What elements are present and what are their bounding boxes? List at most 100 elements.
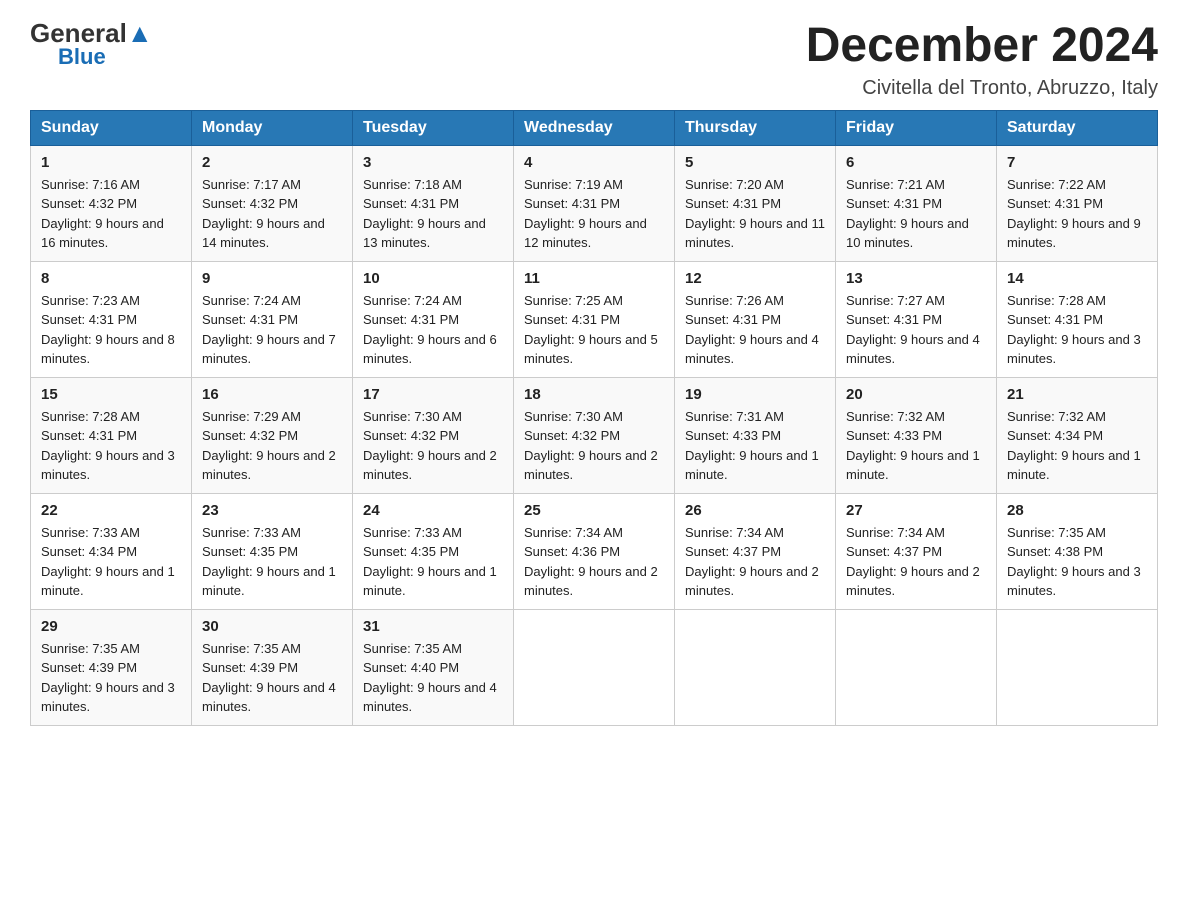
day-info: Sunrise: 7:29 AMSunset: 4:32 PMDaylight:… (202, 407, 342, 485)
day-number: 19 (685, 386, 825, 403)
day-info: Sunrise: 7:33 AMSunset: 4:35 PMDaylight:… (202, 523, 342, 601)
calendar-cell: 3 Sunrise: 7:18 AMSunset: 4:31 PMDaylight… (353, 145, 514, 261)
day-info: Sunrise: 7:32 AMSunset: 4:33 PMDaylight:… (846, 407, 986, 485)
day-number: 21 (1007, 386, 1147, 403)
calendar-table: SundayMondayTuesdayWednesdayThursdayFrid… (30, 110, 1158, 726)
day-info: Sunrise: 7:20 AMSunset: 4:31 PMDaylight:… (685, 175, 825, 253)
calendar-cell: 8 Sunrise: 7:23 AMSunset: 4:31 PMDaylight… (31, 261, 192, 377)
day-info: Sunrise: 7:32 AMSunset: 4:34 PMDaylight:… (1007, 407, 1147, 485)
calendar-cell: 25 Sunrise: 7:34 AMSunset: 4:36 PMDayligh… (514, 493, 675, 609)
calendar-cell: 10 Sunrise: 7:24 AMSunset: 4:31 PMDayligh… (353, 261, 514, 377)
day-info: Sunrise: 7:19 AMSunset: 4:31 PMDaylight:… (524, 175, 664, 253)
logo-triangle-icon: ▲ (127, 18, 153, 48)
calendar-cell: 23 Sunrise: 7:33 AMSunset: 4:35 PMDayligh… (192, 493, 353, 609)
header-friday: Friday (836, 110, 997, 145)
calendar-cell: 16 Sunrise: 7:29 AMSunset: 4:32 PMDayligh… (192, 377, 353, 493)
day-info: Sunrise: 7:26 AMSunset: 4:31 PMDaylight:… (685, 291, 825, 369)
day-info: Sunrise: 7:31 AMSunset: 4:33 PMDaylight:… (685, 407, 825, 485)
title-block: December 2024 Civitella del Tronto, Abru… (806, 20, 1158, 100)
calendar-cell: 29 Sunrise: 7:35 AMSunset: 4:39 PMDayligh… (31, 609, 192, 725)
week-row-2: 8 Sunrise: 7:23 AMSunset: 4:31 PMDaylight… (31, 261, 1158, 377)
calendar-cell: 9 Sunrise: 7:24 AMSunset: 4:31 PMDaylight… (192, 261, 353, 377)
day-number: 12 (685, 270, 825, 287)
day-info: Sunrise: 7:24 AMSunset: 4:31 PMDaylight:… (202, 291, 342, 369)
day-info: Sunrise: 7:16 AMSunset: 4:32 PMDaylight:… (41, 175, 181, 253)
day-number: 29 (41, 618, 181, 635)
calendar-cell: 30Sunrise: 7:35 AMSunset: 4:39 PMDayligh… (192, 609, 353, 725)
day-number: 27 (846, 502, 986, 519)
header-saturday: Saturday (997, 110, 1158, 145)
day-info: Sunrise: 7:23 AMSunset: 4:31 PMDaylight:… (41, 291, 181, 369)
calendar-cell: 22 Sunrise: 7:33 AMSunset: 4:34 PMDayligh… (31, 493, 192, 609)
logo-blue-text: Blue (58, 46, 106, 68)
day-info: Sunrise: 7:34 AMSunset: 4:37 PMDaylight:… (846, 523, 986, 601)
header-sunday: Sunday (31, 110, 192, 145)
day-info: Sunrise: 7:22 AMSunset: 4:31 PMDaylight:… (1007, 175, 1147, 253)
calendar-cell: 27 Sunrise: 7:34 AMSunset: 4:37 PMDayligh… (836, 493, 997, 609)
calendar-cell: 24Sunrise: 7:33 AMSunset: 4:35 PMDayligh… (353, 493, 514, 609)
day-number: 8 (41, 270, 181, 287)
day-number: 11 (524, 270, 664, 287)
calendar-cell: 20 Sunrise: 7:32 AMSunset: 4:33 PMDayligh… (836, 377, 997, 493)
day-number: 14 (1007, 270, 1147, 287)
day-number: 10 (363, 270, 503, 287)
day-number: 15 (41, 386, 181, 403)
day-info: Sunrise: 7:34 AMSunset: 4:37 PMDaylight:… (685, 523, 825, 601)
day-info: Sunrise: 7:28 AMSunset: 4:31 PMDaylight:… (41, 407, 181, 485)
day-number: 13 (846, 270, 986, 287)
day-number: 18 (524, 386, 664, 403)
day-number: 9 (202, 270, 342, 287)
day-info: Sunrise: 7:28 AMSunset: 4:31 PMDaylight:… (1007, 291, 1147, 369)
day-number: 22 (41, 502, 181, 519)
calendar-cell: 28 Sunrise: 7:35 AMSunset: 4:38 PMDayligh… (997, 493, 1158, 609)
header-thursday: Thursday (675, 110, 836, 145)
day-number: 25 (524, 502, 664, 519)
day-info: Sunrise: 7:33 AMSunset: 4:34 PMDaylight:… (41, 523, 181, 601)
day-number: 6 (846, 154, 986, 171)
day-number: 26 (685, 502, 825, 519)
month-year-title: December 2024 (806, 20, 1158, 73)
header-monday: Monday (192, 110, 353, 145)
calendar-cell: 21 Sunrise: 7:32 AMSunset: 4:34 PMDayligh… (997, 377, 1158, 493)
week-row-5: 29 Sunrise: 7:35 AMSunset: 4:39 PMDayligh… (31, 609, 1158, 725)
day-info: Sunrise: 7:21 AMSunset: 4:31 PMDaylight:… (846, 175, 986, 253)
day-number: 17 (363, 386, 503, 403)
calendar-cell: 14 Sunrise: 7:28 AMSunset: 4:31 PMDayligh… (997, 261, 1158, 377)
logo-general-text: General▲ (30, 20, 153, 46)
day-info: Sunrise: 7:18 AMSunset: 4:31 PMDaylight:… (363, 175, 503, 253)
calendar-cell: 4Sunrise: 7:19 AMSunset: 4:31 PMDaylight… (514, 145, 675, 261)
day-number: 23 (202, 502, 342, 519)
day-number: 28 (1007, 502, 1147, 519)
calendar-cell (836, 609, 997, 725)
day-number: 31 (363, 618, 503, 635)
day-number: 3 (363, 154, 503, 171)
calendar-cell: 12 Sunrise: 7:26 AMSunset: 4:31 PMDayligh… (675, 261, 836, 377)
calendar-cell: 1Sunrise: 7:16 AMSunset: 4:32 PMDaylight… (31, 145, 192, 261)
day-info: Sunrise: 7:34 AMSunset: 4:36 PMDaylight:… (524, 523, 664, 601)
calendar-cell: 15 Sunrise: 7:28 AMSunset: 4:31 PMDayligh… (31, 377, 192, 493)
calendar-cell: 26 Sunrise: 7:34 AMSunset: 4:37 PMDayligh… (675, 493, 836, 609)
calendar-cell (675, 609, 836, 725)
calendar-cell: 31Sunrise: 7:35 AMSunset: 4:40 PMDayligh… (353, 609, 514, 725)
calendar-cell: 17 Sunrise: 7:30 AMSunset: 4:32 PMDayligh… (353, 377, 514, 493)
day-info: Sunrise: 7:27 AMSunset: 4:31 PMDaylight:… (846, 291, 986, 369)
day-info: Sunrise: 7:35 AMSunset: 4:38 PMDaylight:… (1007, 523, 1147, 601)
calendar-cell: 13 Sunrise: 7:27 AMSunset: 4:31 PMDayligh… (836, 261, 997, 377)
day-info: Sunrise: 7:24 AMSunset: 4:31 PMDaylight:… (363, 291, 503, 369)
day-number: 2 (202, 154, 342, 171)
week-row-3: 15 Sunrise: 7:28 AMSunset: 4:31 PMDayligh… (31, 377, 1158, 493)
day-info: Sunrise: 7:25 AMSunset: 4:31 PMDaylight:… (524, 291, 664, 369)
calendar-cell: 6 Sunrise: 7:21 AMSunset: 4:31 PMDaylight… (836, 145, 997, 261)
day-info: Sunrise: 7:30 AMSunset: 4:32 PMDaylight:… (524, 407, 664, 485)
day-number: 20 (846, 386, 986, 403)
day-info: Sunrise: 7:35 AMSunset: 4:39 PMDaylight:… (41, 639, 181, 717)
header-wednesday: Wednesday (514, 110, 675, 145)
calendar-cell (514, 609, 675, 725)
day-info: Sunrise: 7:30 AMSunset: 4:32 PMDaylight:… (363, 407, 503, 485)
calendar-cell: 5Sunrise: 7:20 AMSunset: 4:31 PMDaylight… (675, 145, 836, 261)
day-number: 16 (202, 386, 342, 403)
page-header: General▲ Blue December 2024 Civitella de… (30, 20, 1158, 100)
calendar-cell: 18 Sunrise: 7:30 AMSunset: 4:32 PMDayligh… (514, 377, 675, 493)
day-number: 30 (202, 618, 342, 635)
day-number: 7 (1007, 154, 1147, 171)
